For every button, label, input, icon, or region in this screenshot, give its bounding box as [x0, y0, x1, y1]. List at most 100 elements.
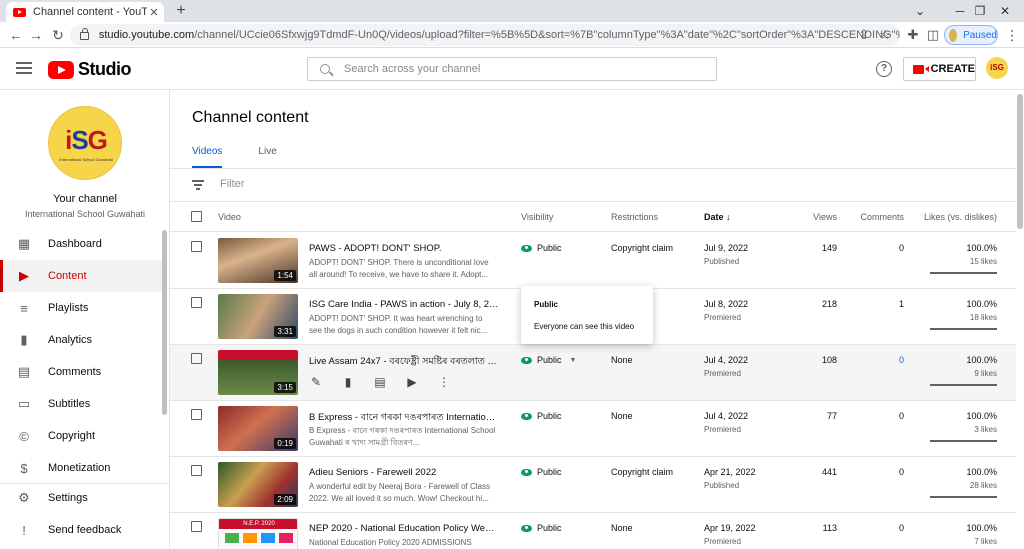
table-row[interactable]: 3:15 Live Assam 24x7 - বৰফেষ্ট্ৰী সমষ্টি… [170, 345, 1016, 401]
video-duration: 0:19 [274, 438, 296, 449]
extensions-puzzle-icon[interactable]: ✚ [904, 25, 922, 45]
table-row[interactable]: 0:19 B Express - বানে গৰকা দঙৰপাৰত Inter… [170, 401, 1016, 457]
bookmark-star-icon[interactable]: ☆ [876, 25, 894, 45]
reload-icon[interactable]: ↻ [48, 25, 68, 45]
sidebar-item-send-feedback[interactable]: ! Send feedback [0, 514, 169, 546]
hamburger-menu-icon[interactable] [16, 61, 32, 75]
analytics-icon[interactable]: ▮ [341, 375, 355, 389]
visibility-cell[interactable]: Public [521, 523, 562, 533]
video-title[interactable]: Live Assam 24x7 - বৰফেষ্ট্ৰী সমষ্টিৰ বৰত… [309, 355, 499, 370]
browser-menu-icon[interactable]: ⋮ [1004, 25, 1020, 45]
back-arrow-icon[interactable]: ← [6, 25, 26, 45]
row-checkbox[interactable] [191, 409, 202, 420]
column-header-date[interactable]: Date [704, 212, 724, 222]
channel-avatar[interactable]: iSG International School Guwahati [48, 106, 122, 180]
sidebar-item-subtitles[interactable]: ▭ Subtitles [0, 388, 162, 420]
column-header-restrictions[interactable]: Restrictions [611, 212, 658, 222]
column-header-likes[interactable]: Likes (vs. dislikes) [897, 212, 997, 222]
comments-cell[interactable]: 0 [850, 355, 904, 365]
visibility-label: Public [537, 523, 562, 533]
help-icon[interactable]: ? [876, 61, 892, 77]
video-title[interactable]: B Express - বানে গৰকা দঙৰপাৰত Internatio… [309, 411, 499, 426]
likes-percent: 100.0% [966, 467, 997, 477]
comments-cell[interactable]: 1 [850, 299, 904, 309]
forward-arrow-icon[interactable]: → [26, 25, 46, 45]
row-checkbox[interactable] [191, 521, 202, 532]
dashboard-icon: ▦ [17, 236, 31, 251]
close-window-button[interactable]: ✕ [985, 0, 1024, 22]
select-all-checkbox[interactable] [191, 211, 202, 222]
browser-tab[interactable]: Channel content - YouTube Studio ✕ [6, 2, 164, 22]
video-thumbnail[interactable]: 3:15 [218, 350, 298, 395]
studio-logo[interactable]: Studio [48, 59, 132, 80]
table-row[interactable]: 1:54 PAWS - ADOPT! DONT' SHOP. ADOPT! DO… [170, 233, 1016, 289]
sidebar-item-playlists[interactable]: ≡ Playlists [0, 292, 162, 324]
sidebar-item-copyright[interactable]: © Copyright [0, 420, 162, 452]
sidebar-item-settings[interactable]: ⚙ Settings [0, 482, 169, 514]
filter-icon[interactable] [192, 179, 204, 190]
table-row[interactable]: N.E.P. 2020 NEP 2020 - National Educatio… [170, 513, 1016, 549]
tab-videos[interactable]: Videos [192, 146, 223, 168]
video-title[interactable]: NEP 2020 - National Education Policy Web… [309, 523, 499, 534]
video-thumbnail[interactable]: 1:54 [218, 238, 298, 283]
row-checkbox[interactable] [191, 241, 202, 252]
chevron-down-icon[interactable]: ▼ [570, 357, 577, 364]
filter-bar[interactable]: Filter [192, 178, 244, 190]
sidebar-scrollbar[interactable] [162, 230, 167, 415]
column-header-visibility[interactable]: Visibility [521, 212, 553, 222]
video-title[interactable]: Adieu Seniors - Farewell 2022 [309, 467, 499, 478]
video-title[interactable]: ISG Care India - PAWS in action - July 8… [309, 299, 499, 310]
date-cell: Jul 9, 2022 [704, 243, 749, 253]
content-tabs: Videos Live [192, 146, 313, 168]
likes-bar [930, 272, 997, 274]
column-header-views[interactable]: Views [770, 212, 837, 222]
address-bar[interactable]: studio.youtube.com /channel/UCcie06Sfxwj… [70, 24, 900, 46]
sidebar-item-dashboard[interactable]: ▦ Dashboard [0, 228, 162, 260]
video-thumbnail[interactable]: 0:19 [218, 406, 298, 451]
visibility-cell[interactable]: Public [521, 243, 562, 253]
video-thumbnail[interactable]: N.E.P. 2020 [218, 518, 298, 549]
visibility-cell[interactable]: Public [521, 411, 562, 421]
main-scrollbar[interactable] [1016, 90, 1024, 549]
main-scrollbar-thumb[interactable] [1017, 94, 1023, 229]
video-thumbnail[interactable]: 3:31 [218, 294, 298, 339]
more-options-icon[interactable]: ⋮ [437, 375, 451, 389]
date-cell: Jul 4, 2022 [704, 355, 749, 365]
account-avatar[interactable]: iSG [986, 57, 1008, 79]
likes-bar [930, 384, 997, 386]
video-description: ADOPT! DONT' SHOP. It was heart wrenchin… [309, 314, 488, 335]
close-tab-icon[interactable]: ✕ [147, 6, 161, 19]
side-panel-icon[interactable]: ◫ [924, 25, 942, 45]
table-row[interactable]: 2:09 Adieu Seniors - Farewell 2022 A won… [170, 457, 1016, 513]
restriction-cell[interactable]: Copyright claim [611, 243, 673, 253]
sidebar-item-comments[interactable]: ▤ Comments [0, 356, 162, 388]
comments-icon[interactable]: ▤ [373, 375, 387, 389]
youtube-play-icon[interactable]: ▶ [405, 375, 419, 389]
eye-icon [521, 468, 532, 476]
row-checkbox[interactable] [191, 297, 202, 308]
share-icon[interactable]: ⇪ [855, 25, 873, 45]
sidebar-item-monetization[interactable]: $ Monetization [0, 452, 162, 484]
visibility-cell[interactable]: Public ▼ [521, 355, 576, 365]
sidebar-item-analytics[interactable]: ▮ Analytics [0, 324, 162, 356]
search-box[interactable]: Search across your channel [307, 57, 717, 81]
row-checkbox[interactable] [191, 465, 202, 476]
filter-input[interactable]: Filter [220, 178, 244, 190]
likes-bar [930, 496, 997, 498]
profile-paused-button[interactable]: Paused [944, 25, 998, 45]
column-header-comments[interactable]: Comments [850, 212, 904, 222]
window-chevron-icon[interactable]: ⌄ [900, 0, 940, 22]
create-button[interactable]: CREATE [903, 57, 976, 81]
sort-descending-icon[interactable]: ↓ [726, 212, 731, 222]
visibility-cell[interactable]: Public [521, 467, 562, 477]
row-checkbox[interactable] [191, 353, 202, 364]
video-title[interactable]: PAWS - ADOPT! DONT' SHOP. [309, 243, 499, 254]
thumbnail-block [243, 533, 257, 543]
new-tab-button[interactable]: + [172, 2, 190, 20]
tab-live[interactable]: Live [258, 146, 276, 168]
search-input[interactable]: Search across your channel [344, 63, 480, 75]
video-thumbnail[interactable]: 2:09 [218, 462, 298, 507]
sidebar-item-content[interactable]: ▶ Content [0, 260, 162, 292]
restriction-cell[interactable]: Copyright claim [611, 467, 673, 477]
edit-pencil-icon[interactable]: ✎ [309, 375, 323, 389]
